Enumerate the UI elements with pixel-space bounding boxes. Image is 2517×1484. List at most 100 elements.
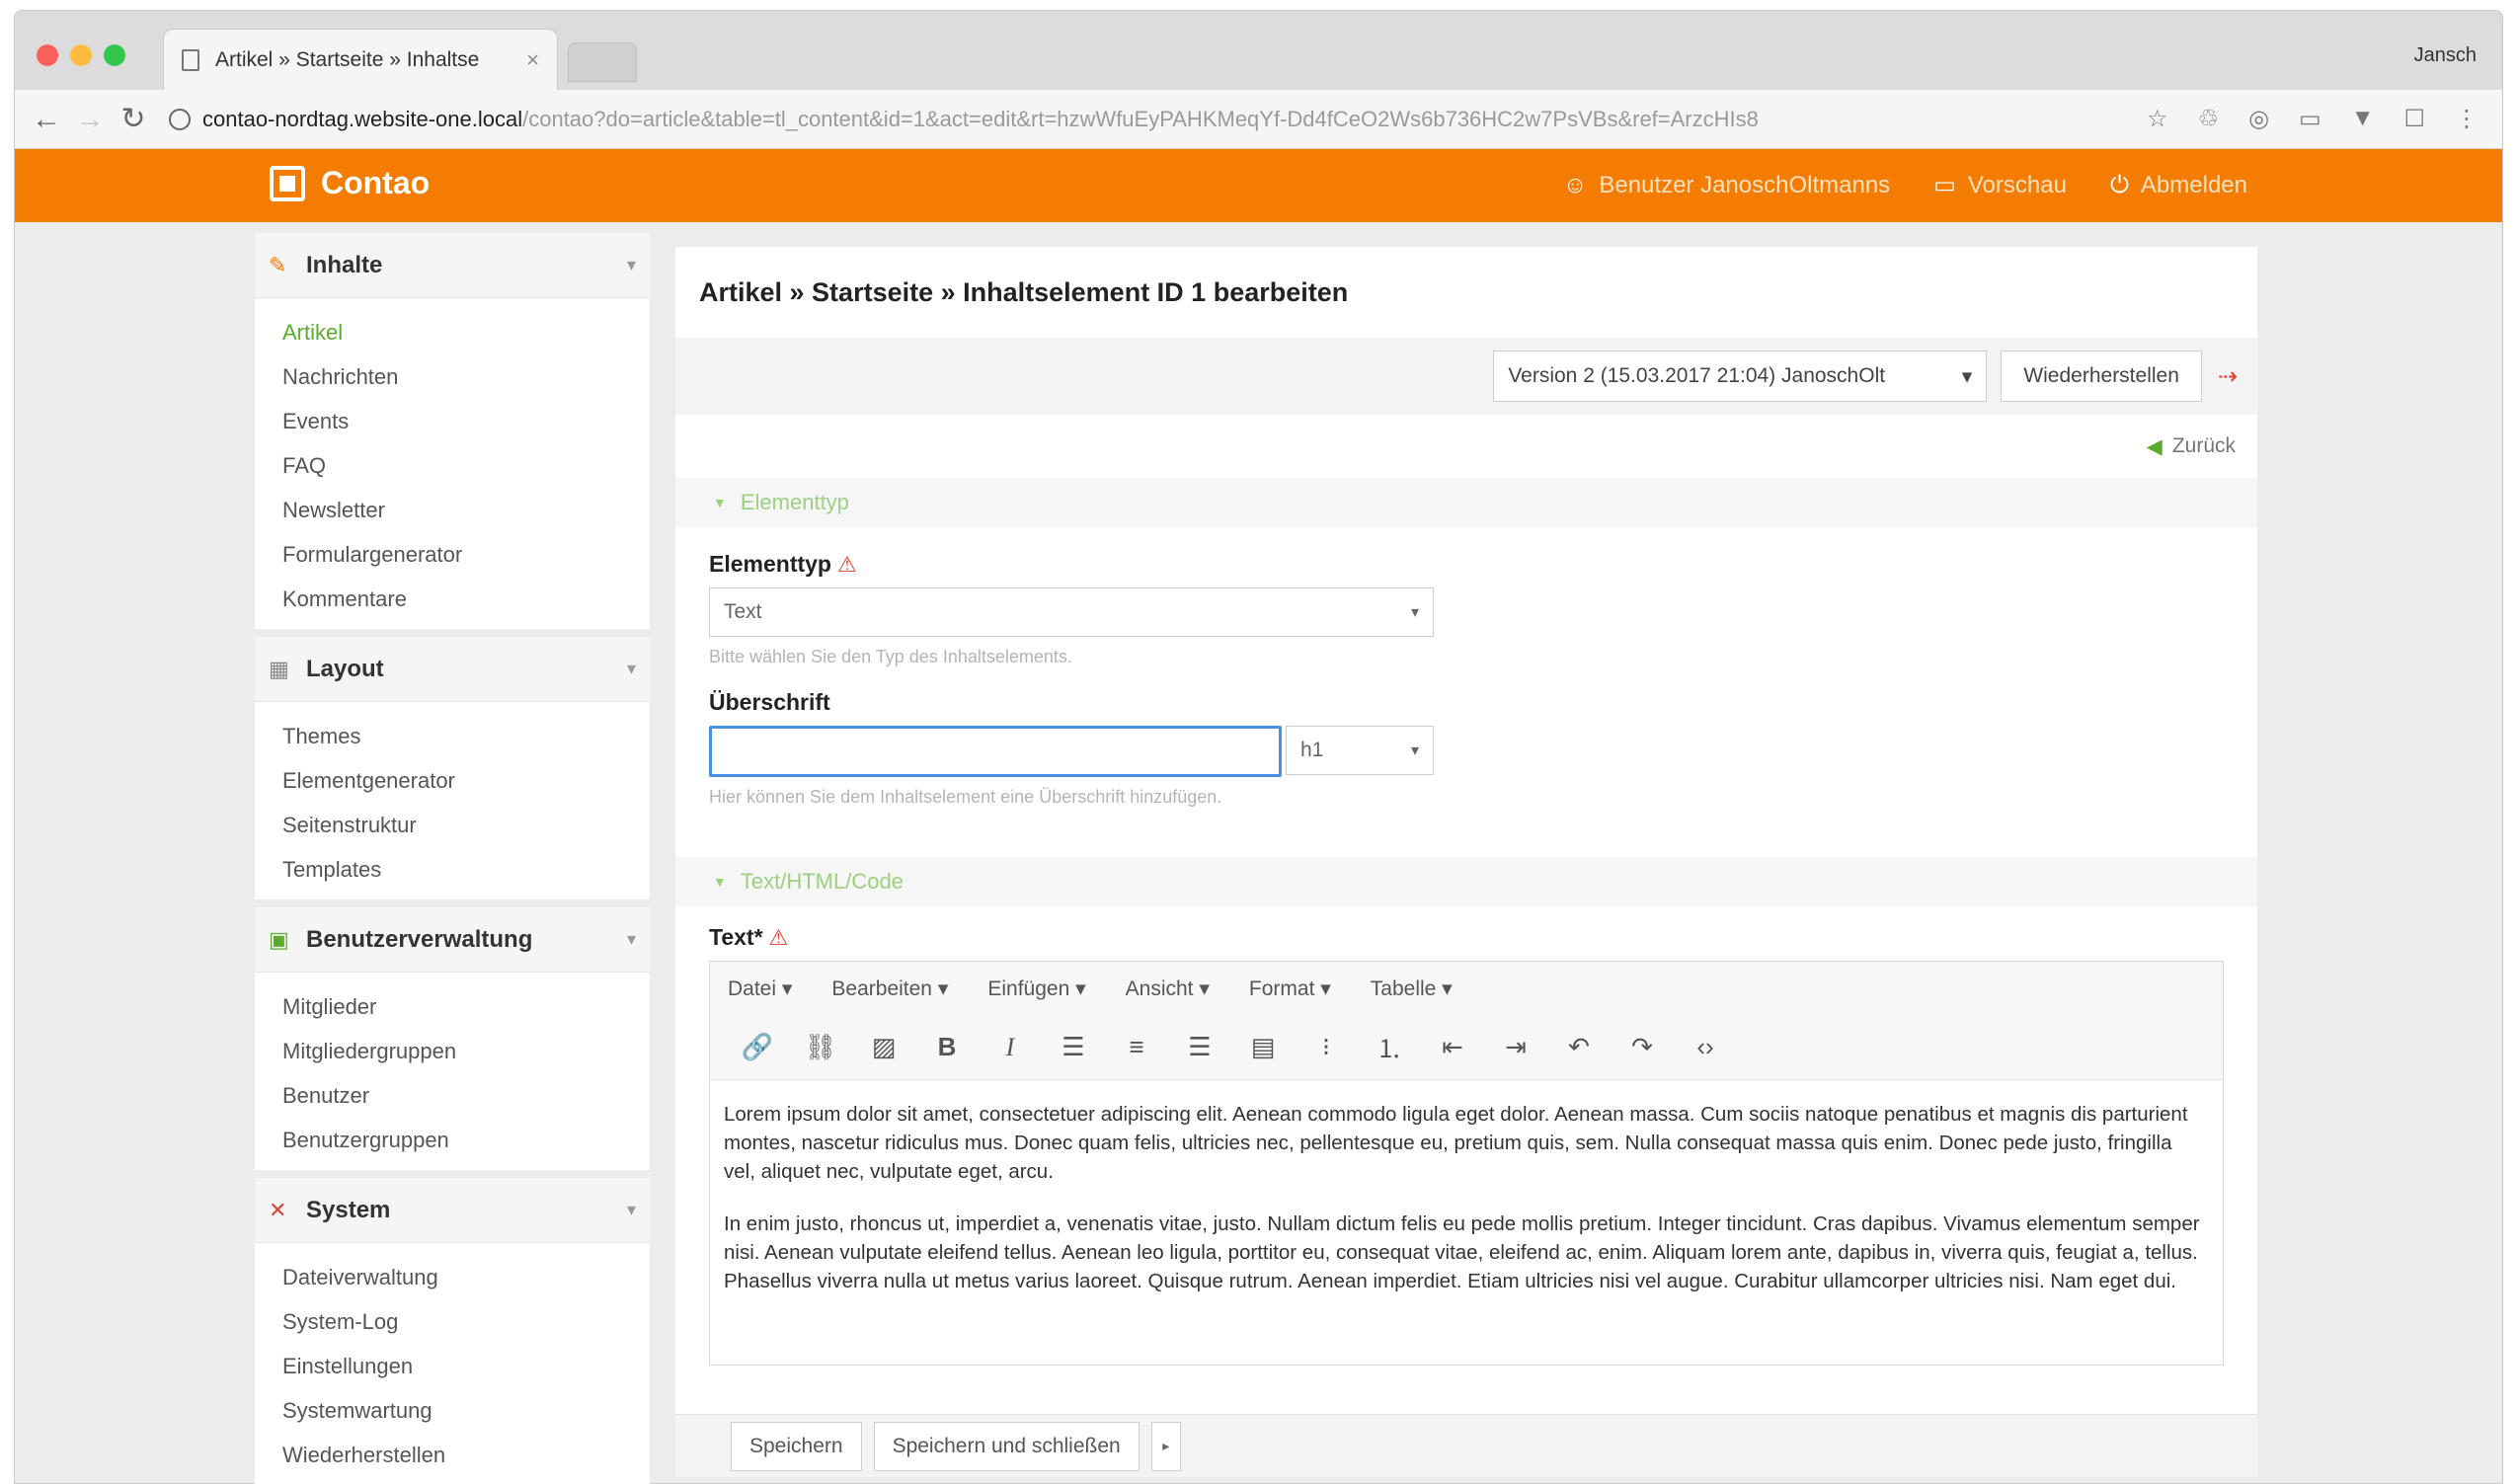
section-legend-elementtyp[interactable]: ▼ Elementtyp (675, 478, 2257, 527)
sidebar-item-system-log[interactable]: System-Log (255, 1299, 650, 1344)
bullet-list-icon[interactable]: ⁝ (1295, 1023, 1358, 1072)
sidebar-item-mitgliedergruppen[interactable]: Mitgliedergruppen (255, 1029, 650, 1073)
sidebar-item-events[interactable]: Events (255, 399, 650, 443)
browser-tab[interactable]: Artikel » Startseite » Inhaltse × (163, 29, 558, 90)
info-icon[interactable] (169, 108, 191, 130)
restore-button[interactable]: Wiederherstellen (2001, 351, 2202, 402)
profile-name[interactable]: Jansch (2414, 44, 2477, 67)
nav-group-header-inhalte[interactable]: ✎ Inhalte ▾ (255, 233, 650, 298)
indent-icon[interactable]: ⇥ (1484, 1023, 1547, 1072)
bold-icon[interactable]: B (915, 1023, 979, 1072)
sidebar-item-kommentare[interactable]: Kommentare (255, 577, 650, 621)
sidebar-item-benutzer[interactable]: Benutzer (255, 1073, 650, 1118)
collapse-toggle-icon[interactable]: ▾ (627, 929, 636, 950)
align-justify-icon[interactable]: ▤ (1231, 1023, 1295, 1072)
undo-icon[interactable]: ↶ (1547, 1023, 1611, 1072)
editor-menubar: Datei ▾ Bearbeiten ▾ Einfügen ▾ Ansicht … (710, 962, 2223, 1015)
sidebar-item-themes[interactable]: Themes (255, 714, 650, 758)
sidebar-item-systemwartung[interactable]: Systemwartung (255, 1388, 650, 1433)
header-logout-link[interactable]: ⏻ Abmelden (2110, 171, 2247, 199)
headline-input[interactable] (709, 726, 1282, 777)
extension-icon[interactable]: ▭ (2299, 105, 2321, 133)
extension-icon[interactable]: ♲ (2198, 105, 2220, 133)
more-options-icon[interactable]: ▸ (1150, 1421, 1181, 1471)
save-button[interactable]: Speichern (731, 1421, 862, 1471)
collapse-toggle-icon[interactable]: ▾ (627, 1200, 636, 1220)
window-icon[interactable]: ☐ (2403, 105, 2425, 133)
field-label-text: Elementtyp (709, 551, 831, 577)
menu-tabelle[interactable]: Tabelle ▾ (1371, 976, 1453, 1001)
outdent-icon[interactable]: ⇤ (1421, 1023, 1484, 1072)
close-window-button[interactable] (37, 44, 58, 66)
forward-arrow-icon[interactable]: → (68, 103, 112, 136)
menu-format[interactable]: Format ▾ (1249, 976, 1331, 1001)
italic-icon[interactable]: I (979, 1023, 1042, 1072)
maximize-window-button[interactable] (104, 44, 125, 66)
sidebar-item-benutzergruppen[interactable]: Benutzergruppen (255, 1118, 650, 1162)
back-link[interactable]: Zurück (2172, 434, 2236, 458)
section-legend-label: Elementtyp (740, 490, 849, 514)
menu-ansicht[interactable]: Ansicht ▾ (1126, 976, 1210, 1001)
menu-datei[interactable]: Datei ▾ (728, 976, 792, 1001)
filter-icon[interactable]: ▼ (2351, 105, 2375, 133)
header-nav: ☺ Benutzer JanoschOltmanns ▭ Vorschau ⏻ … (1563, 171, 2247, 199)
save-and-close-button[interactable]: Speichern und schließen (873, 1421, 1140, 1471)
menu-icon[interactable]: ⋮ (2455, 105, 2478, 133)
field-label-elementtyp: Elementtyp ⚠ (709, 551, 2224, 578)
back-icon[interactable]: ◀ (2147, 434, 2163, 459)
close-tab-icon[interactable]: × (526, 47, 539, 73)
menu-einfuegen[interactable]: Einfügen ▾ (987, 976, 1085, 1001)
address-bar[interactable]: contao-nordtag.website-one.local /contao… (169, 99, 2133, 140)
align-center-icon[interactable]: ≡ (1105, 1023, 1168, 1072)
sidebar-item-newsletter[interactable]: Newsletter (255, 488, 650, 532)
minimize-window-button[interactable] (70, 44, 92, 66)
link-icon[interactable]: 🔗 (726, 1023, 789, 1072)
header-user-link[interactable]: ☺ Benutzer JanoschOltmanns (1563, 171, 1890, 199)
field-label-ueberschrift: Überschrift (709, 689, 830, 715)
diff-icon[interactable]: ⇢ (2218, 362, 2238, 391)
align-right-icon[interactable]: ☰ (1168, 1023, 1231, 1072)
sidebar-item-dateiverwaltung[interactable]: Dateiverwaltung (255, 1255, 650, 1299)
header-preview-link[interactable]: ▭ Vorschau (1933, 171, 2067, 199)
unlink-icon[interactable]: ⛓ (789, 1023, 852, 1072)
back-arrow-icon[interactable]: ← (25, 103, 68, 136)
code-icon[interactable]: ‹› (1674, 1023, 1737, 1072)
nav-group-header-benutzerverwaltung[interactable]: ▣ Benutzerverwaltung ▾ (255, 907, 650, 973)
sidebar-item-artikel[interactable]: Artikel (255, 310, 650, 354)
collapse-toggle-icon[interactable]: ▾ (627, 659, 636, 679)
menu-bearbeiten[interactable]: Bearbeiten ▾ (831, 976, 948, 1001)
nav-group-header-layout[interactable]: ▦ Layout ▾ (255, 637, 650, 702)
align-left-icon[interactable]: ☰ (1042, 1023, 1105, 1072)
editor-content[interactable]: Lorem ipsum dolor sit amet, consectetuer… (710, 1080, 2223, 1339)
version-select[interactable]: Version 2 (15.03.2017 21:04) JanoschOlt … (1493, 351, 1988, 402)
headline-level-select[interactable]: h1 ▾ (1286, 726, 1434, 775)
redo-icon[interactable]: ↷ (1611, 1023, 1674, 1072)
collapse-arrow-icon: ▼ (713, 495, 727, 510)
sidebar-item-faq[interactable]: FAQ (255, 443, 650, 488)
bookmark-star-icon[interactable]: ☆ (2147, 105, 2168, 133)
collapse-toggle-icon[interactable]: ▾ (627, 255, 636, 275)
sidebar-item-elementgenerator[interactable]: Elementgenerator (255, 758, 650, 803)
image-icon[interactable]: ▨ (852, 1023, 915, 1072)
chevron-down-icon: ▾ (1410, 742, 1419, 759)
section-legend-text[interactable]: ▼ Text/HTML/Code (675, 857, 2257, 906)
reload-icon[interactable]: ↻ (112, 102, 155, 136)
sidebar-item-formulargenerator[interactable]: Formulargenerator (255, 532, 650, 577)
sidebar-item-einstellungen[interactable]: Einstellungen (255, 1344, 650, 1388)
new-tab-button[interactable] (568, 42, 637, 82)
globe-icon[interactable]: ◎ (2248, 105, 2269, 133)
sidebar-item-seitenstruktur[interactable]: Seitenstruktur (255, 803, 650, 847)
page-title: Artikel » Startseite » Inhaltselement ID… (699, 276, 1349, 307)
contao-logo[interactable]: Contao (270, 165, 430, 201)
elementtyp-select[interactable]: Text ▾ (709, 587, 1434, 637)
sidebar-item-wiederherstellen[interactable]: Wiederherstellen (255, 1433, 650, 1477)
chevron-down-icon: ▾ (1961, 364, 1973, 388)
contao-logo-icon (270, 165, 305, 201)
sidebar-item-mitglieder[interactable]: Mitglieder (255, 984, 650, 1029)
back-link-row: ◀ Zurück (675, 415, 2257, 478)
nav-group-label: System (306, 1196, 391, 1223)
numbered-list-icon[interactable]: ⒈ (1358, 1023, 1421, 1072)
sidebar-item-nachrichten[interactable]: Nachrichten (255, 354, 650, 399)
nav-group-header-system[interactable]: ✕ System ▾ (255, 1178, 650, 1243)
sidebar-item-templates[interactable]: Templates (255, 847, 650, 892)
